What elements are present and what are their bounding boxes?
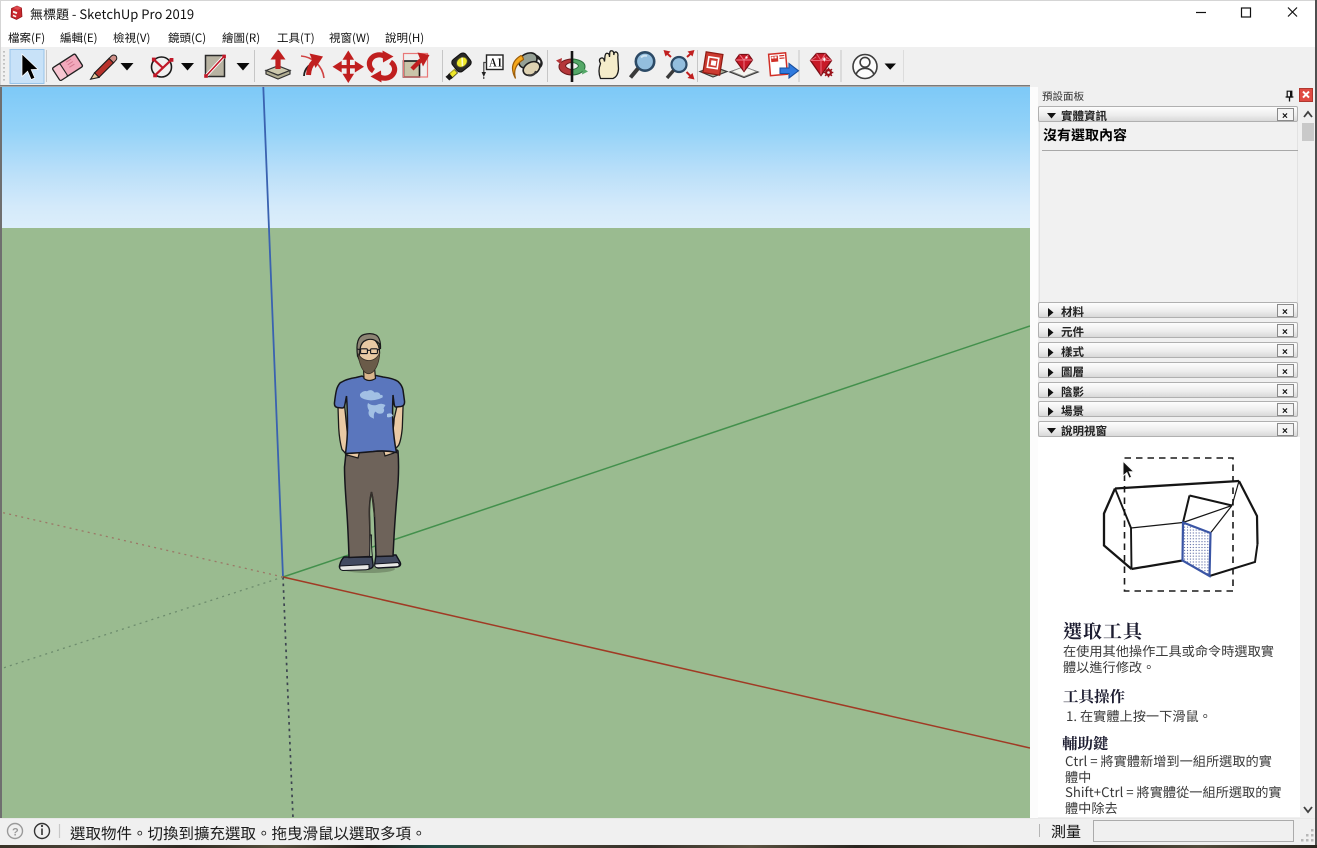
svg-text:A1: A1: [489, 55, 502, 71]
svg-text:?: ?: [12, 824, 19, 840]
